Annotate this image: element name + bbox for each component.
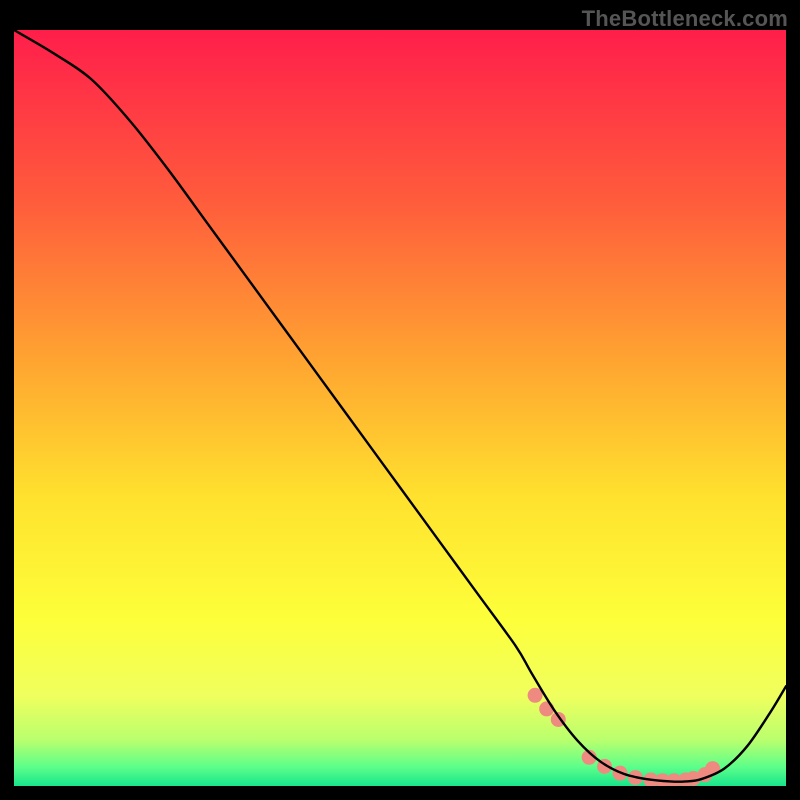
chart-plot-area <box>14 30 786 786</box>
chart-frame: TheBottleneck.com <box>0 0 800 800</box>
gradient-background <box>14 30 786 786</box>
watermark-text: TheBottleneck.com <box>582 6 788 32</box>
chart-svg <box>14 30 786 786</box>
highlight-dot <box>539 701 554 716</box>
